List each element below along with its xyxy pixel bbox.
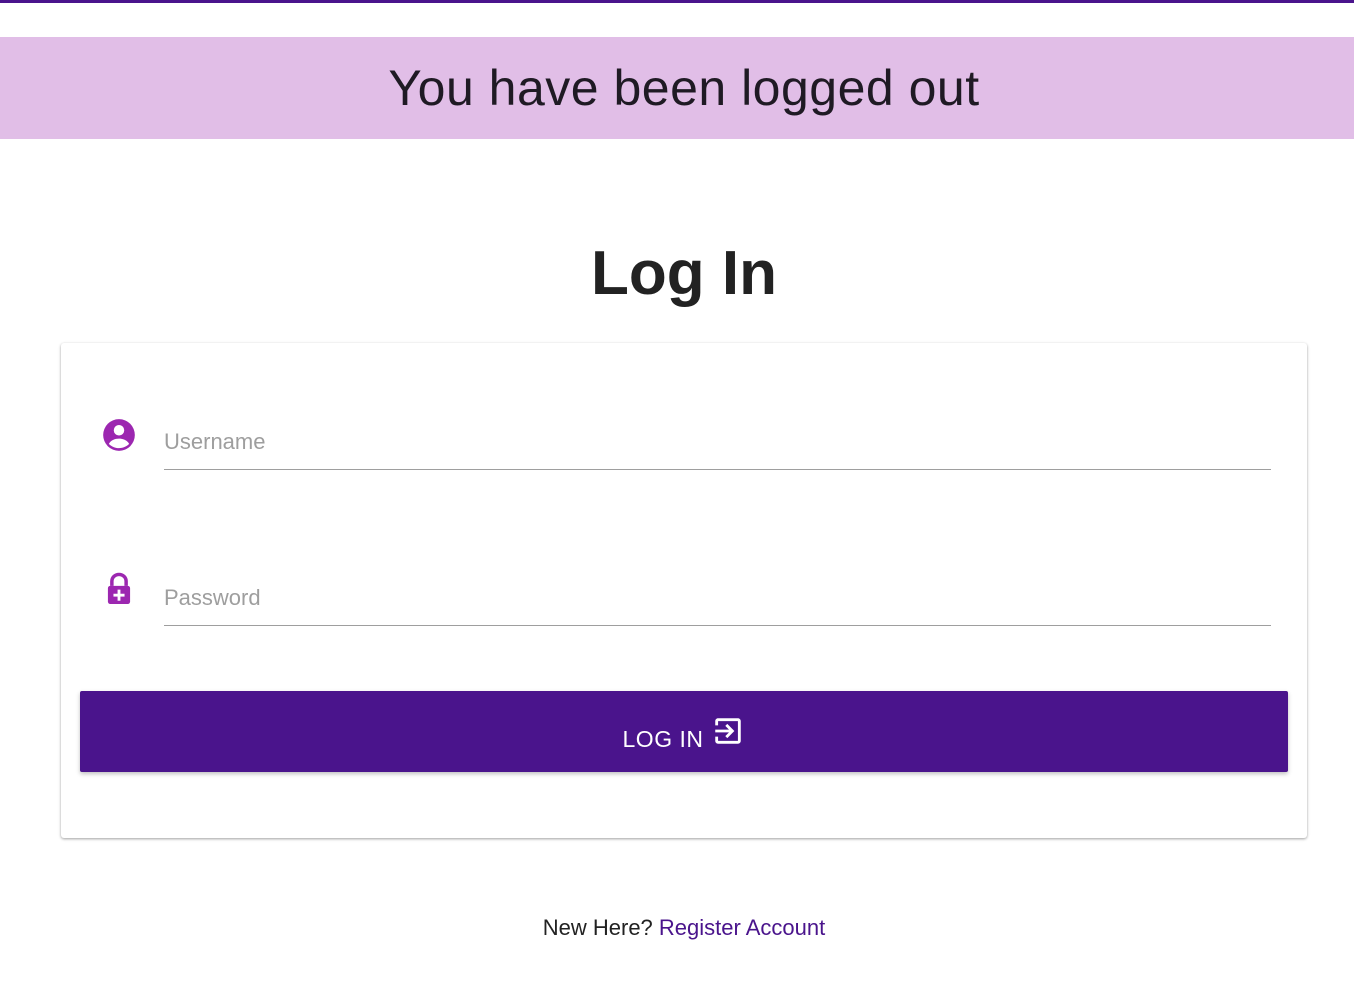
register-prompt: New Here? Register Account [0, 915, 1354, 941]
login-button[interactable]: LOG IN [80, 691, 1288, 772]
page-title: Log In [591, 239, 777, 308]
register-account-link[interactable]: Register Account [659, 915, 825, 940]
logout-notice-text: You have been logged out [388, 60, 980, 116]
logout-notice-banner: You have been logged out [0, 37, 1354, 139]
top-accent-bar [0, 0, 1354, 3]
username-field[interactable] [164, 413, 1271, 470]
login-card: LOG IN [61, 343, 1307, 838]
username-input[interactable] [164, 429, 1271, 455]
password-input[interactable] [164, 585, 1271, 611]
register-prompt-text: New Here? [542, 915, 653, 940]
login-icon [711, 714, 745, 748]
account-circle-icon [100, 416, 138, 454]
lock-plus-icon [100, 570, 138, 608]
password-field[interactable] [164, 569, 1271, 626]
login-button-label: LOG IN [622, 726, 704, 752]
